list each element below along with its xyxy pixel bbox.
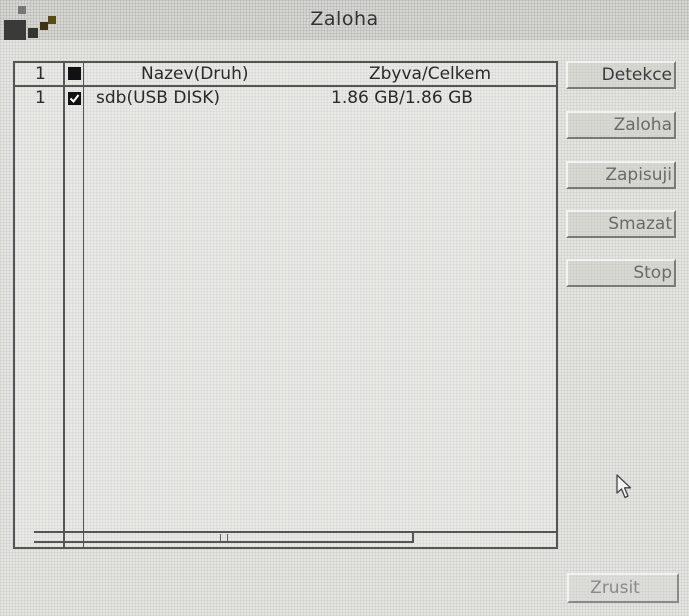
header-index: 1 (35, 64, 46, 84)
header-space[interactable]: Zbyva/Celkem (369, 63, 491, 85)
mouse-pointer-icon (616, 474, 632, 499)
device-table: 1 Nazev(Druh) Zbyva/Celkem 1 sdb(USB DIS… (13, 61, 558, 549)
detect-button[interactable]: Detekce (566, 61, 676, 89)
horizontal-scrollbar[interactable] (34, 531, 556, 545)
checkbox-checked-icon[interactable] (68, 92, 81, 105)
row-space: 1.86 GB/1.86 GB (331, 88, 473, 108)
header-name[interactable]: Nazev(Druh) (141, 63, 248, 85)
scrollbar-thumb[interactable] (34, 531, 414, 543)
check-mark-icon (69, 94, 80, 104)
stop-button[interactable]: Stop (566, 259, 676, 287)
dialog-title: Zaloha (310, 8, 379, 30)
delete-button[interactable]: Smazat (566, 210, 676, 238)
table-header: 1 Nazev(Druh) Zbyva/Celkem (15, 63, 556, 87)
row-index: 1 (35, 88, 46, 108)
row-name: sdb(USB DISK) (96, 88, 221, 108)
scrollbar-grip-icon (220, 534, 228, 541)
checkbox-icon[interactable] (68, 67, 81, 80)
backup-button[interactable]: Zaloha (566, 111, 676, 139)
column-divider (63, 63, 65, 547)
title-bar: Zaloha (0, 0, 689, 40)
cancel-button[interactable]: Zrusit (567, 573, 679, 603)
backup-dialog: Zaloha 1 Nazev(Druh) Zbyva/Celkem 1 sdb(… (0, 0, 689, 616)
column-divider (83, 63, 84, 547)
write-button[interactable]: Zapisuji (566, 161, 676, 189)
table-row[interactable]: 1 sdb(USB DISK) 1.86 GB/1.86 GB (15, 87, 556, 111)
